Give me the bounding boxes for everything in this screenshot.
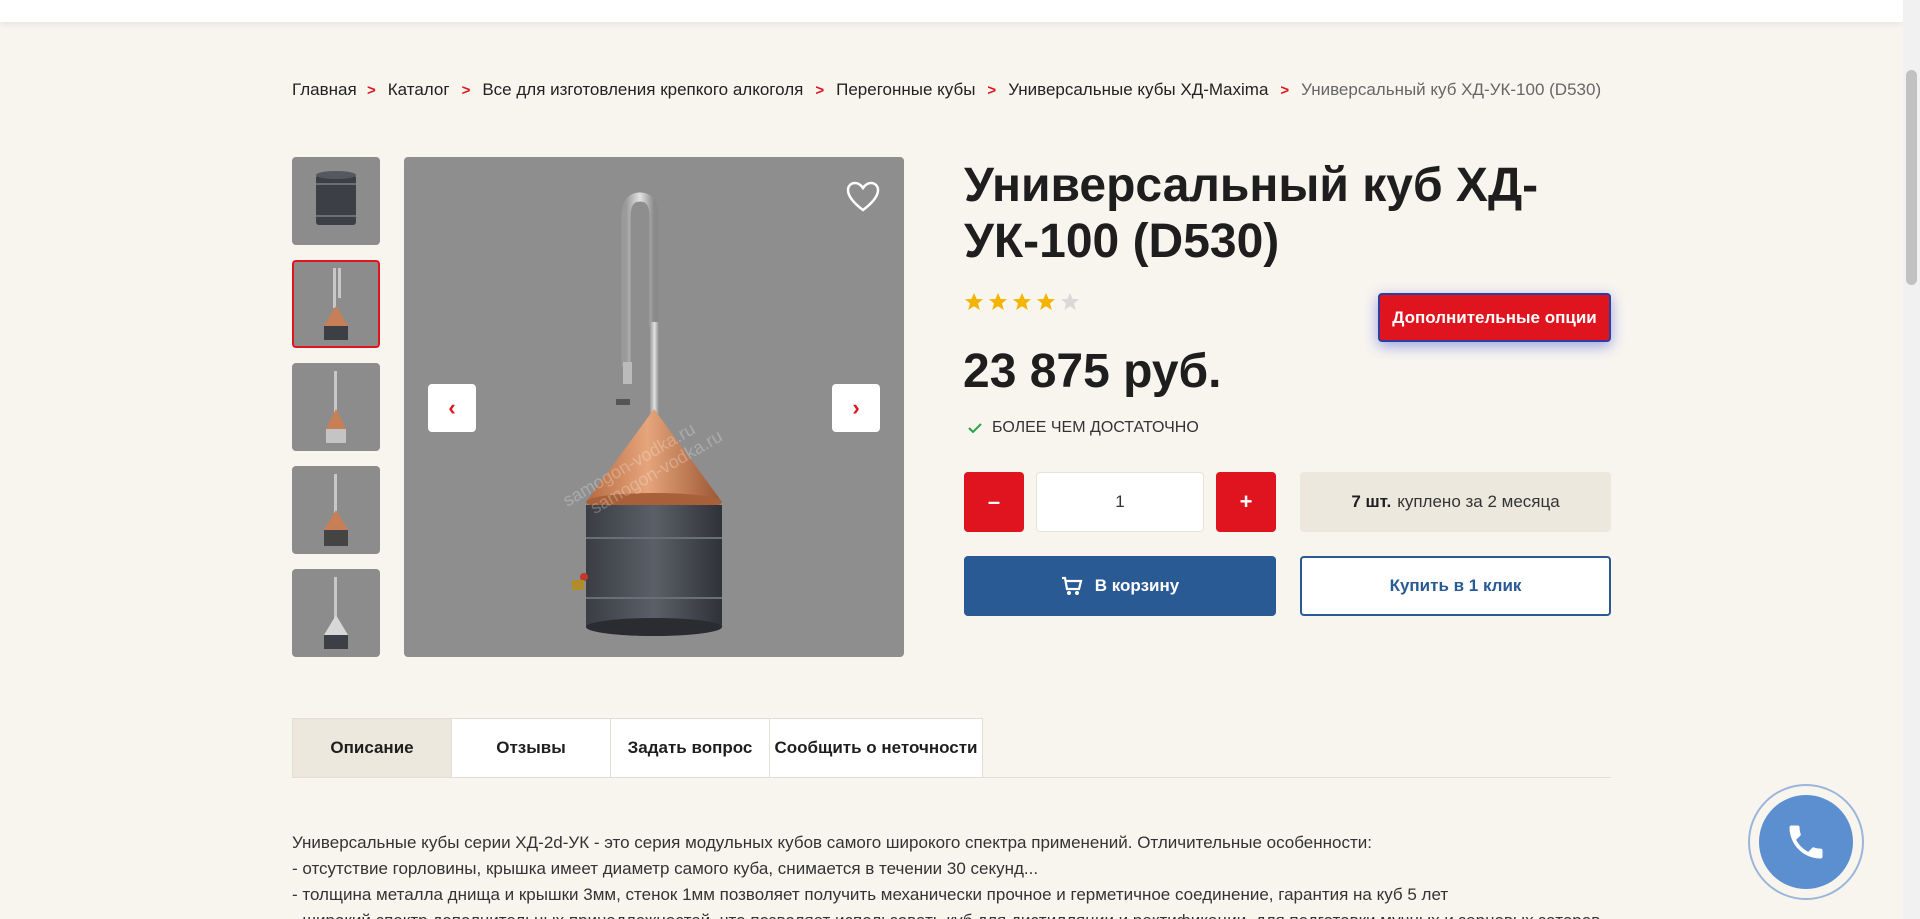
star-icon-filled bbox=[1013, 293, 1031, 310]
still-column-thumbnail-image bbox=[324, 577, 348, 649]
product-description: Универсальные кубы серии ХД-2d-УК - это … bbox=[292, 830, 1612, 919]
chevron-right-icon: > bbox=[815, 81, 825, 99]
chevron-right-icon: > bbox=[461, 81, 471, 99]
tab-reviews[interactable]: Отзывы bbox=[451, 718, 611, 778]
description-line: - толщина металла днища и крышки 3мм, ст… bbox=[292, 885, 1449, 904]
favorite-heart-icon[interactable] bbox=[846, 181, 880, 213]
breadcrumb-link-home[interactable]: Главная bbox=[292, 80, 357, 100]
product-tabs: Описание Отзывы Задать вопрос Сообщить о… bbox=[292, 718, 983, 778]
add-to-cart-label: В корзину bbox=[1094, 576, 1180, 595]
tab-ask-question[interactable]: Задать вопрос bbox=[610, 718, 770, 778]
breadcrumb-link-alcohol[interactable]: Все для изготовления крепкого алкоголя bbox=[482, 80, 803, 100]
chevron-right-icon: > bbox=[367, 81, 376, 99]
stock-status-text: БОЛЕЕ ЧЕМ ДОСТАТОЧНО bbox=[992, 419, 1199, 436]
quantity-increase-button[interactable]: + bbox=[1216, 472, 1276, 532]
callback-button[interactable] bbox=[1748, 784, 1864, 900]
gallery-thumbnail-1[interactable] bbox=[292, 157, 380, 245]
tab-report-error[interactable]: Сообщить о неточности bbox=[769, 718, 983, 778]
gallery-thumbnail-4[interactable] bbox=[292, 466, 380, 554]
breadcrumb-link-maxima[interactable]: Универсальные кубы ХД-Maxima bbox=[1008, 80, 1268, 100]
gallery-thumbnail-3[interactable] bbox=[292, 363, 380, 451]
callback-button-inner bbox=[1759, 795, 1853, 889]
still-column-thumbnail-image bbox=[326, 371, 346, 443]
quantity-input[interactable] bbox=[1036, 472, 1204, 532]
sold-period-text: куплено за 2 месяца bbox=[1397, 492, 1560, 511]
buy-one-click-button[interactable]: Купить в 1 клик bbox=[1300, 556, 1611, 616]
scrollbar[interactable] bbox=[1903, 0, 1920, 919]
gallery-thumbnail-2[interactable] bbox=[292, 260, 380, 348]
phone-icon bbox=[1789, 825, 1823, 859]
breadcrumb-link-stills[interactable]: Перегонные кубы bbox=[836, 80, 975, 100]
stock-status: БОЛЕЕ ЧЕМ ДОСТАТОЧНО bbox=[968, 419, 1199, 437]
still-product-image: samogon-vodka.ru samogon-vodka.ru bbox=[559, 192, 726, 636]
scrollbar-thumb[interactable] bbox=[1906, 70, 1917, 285]
site-header bbox=[0, 0, 1903, 22]
tabs-divider bbox=[292, 777, 1611, 778]
product-main-image[interactable]: samogon-vodka.ru samogon-vodka.ru ‹ › bbox=[404, 157, 904, 657]
breadcrumb-current: Универсальный куб ХД-УК-100 (D530) bbox=[1301, 80, 1602, 99]
description-line: - широкий спектр дополнительных принадле… bbox=[292, 908, 1612, 919]
breadcrumb: Главная > Каталог > Все для изготовления… bbox=[292, 80, 1601, 100]
gallery-thumbnails bbox=[292, 157, 380, 672]
product-price: 23 875 руб. bbox=[963, 345, 1222, 398]
product-title: Универсальный куб ХД-УК-100 (D530) bbox=[964, 159, 1539, 268]
gallery-thumbnail-5[interactable] bbox=[292, 569, 380, 657]
star-icon-filled bbox=[1037, 293, 1055, 310]
quantity-decrease-button[interactable]: – bbox=[964, 472, 1024, 532]
add-to-cart-button[interactable]: В корзину bbox=[964, 556, 1276, 616]
additional-options-button[interactable]: Дополнительные опции bbox=[1378, 293, 1611, 342]
cart-icon bbox=[1061, 576, 1083, 595]
breadcrumb-link-catalog[interactable]: Каталог bbox=[388, 80, 450, 100]
star-icon-filled bbox=[989, 293, 1007, 310]
gallery-next-button[interactable]: › bbox=[832, 384, 880, 432]
still-body-thumbnail-image bbox=[316, 171, 356, 225]
gallery-prev-button[interactable]: ‹ bbox=[428, 384, 476, 432]
chevron-right-icon: > bbox=[987, 81, 997, 99]
sold-counter: 7 шт. куплено за 2 месяца bbox=[1300, 472, 1611, 532]
chevron-right-icon: > bbox=[1280, 81, 1290, 99]
star-icon-empty bbox=[1061, 293, 1079, 310]
tab-description[interactable]: Описание bbox=[292, 718, 452, 778]
check-icon bbox=[968, 423, 982, 434]
sold-count: 7 шт. bbox=[1351, 492, 1392, 511]
description-line: - отсутствие горловины, крышка имеет диа… bbox=[292, 859, 1039, 878]
still-column-thumbnail-image bbox=[324, 474, 348, 546]
still-column-thumbnail-image bbox=[324, 268, 348, 340]
description-line: Универсальные кубы серии ХД-2d-УК - это … bbox=[292, 833, 1372, 852]
product-rating[interactable] bbox=[964, 292, 1080, 312]
star-icon-filled bbox=[965, 293, 983, 310]
